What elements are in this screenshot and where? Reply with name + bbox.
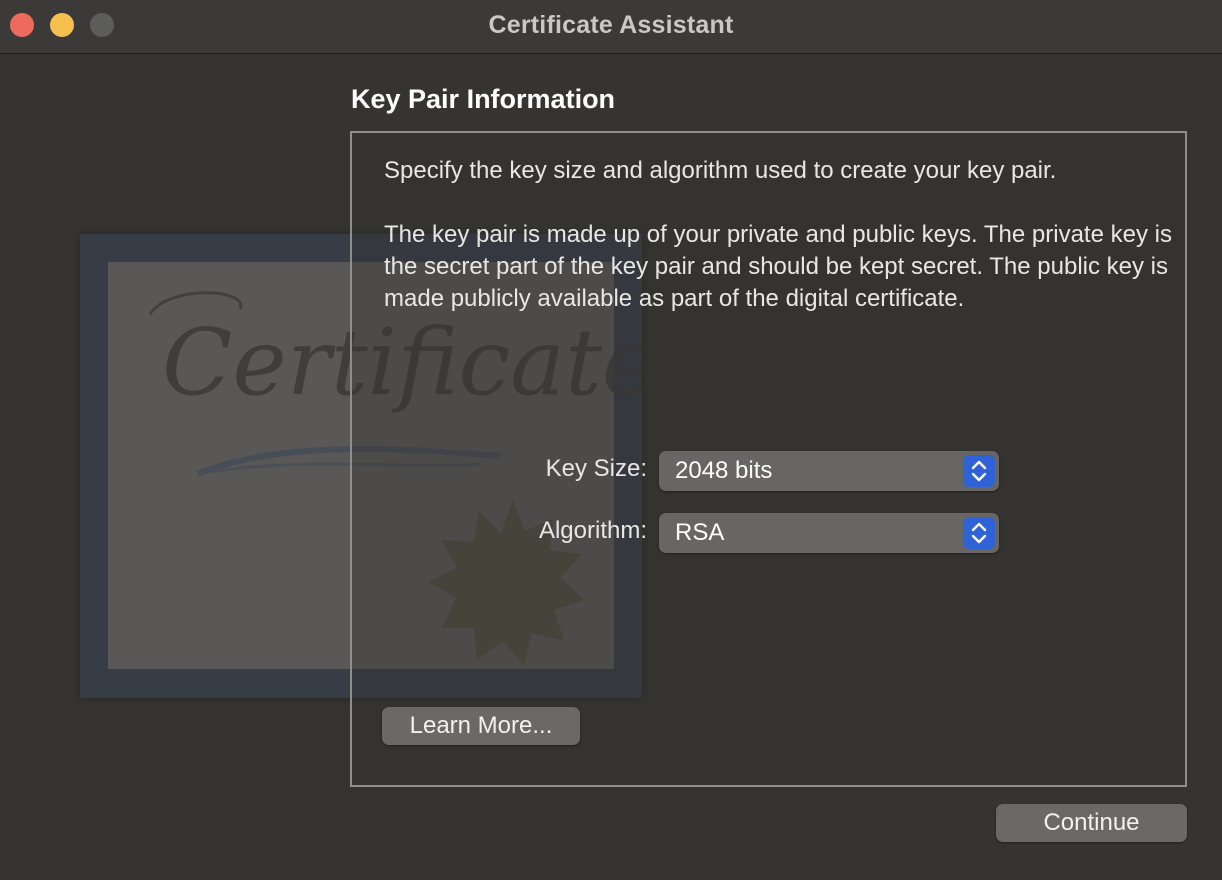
intro-text: Specify the key size and algorithm used …	[384, 157, 1057, 184]
page-heading: Key Pair Information	[351, 84, 616, 114]
window-title: Certificate Assistant	[488, 11, 734, 39]
key-pair-panel: Specify the key size and algorithm used …	[350, 131, 1187, 787]
certificate-assistant-window: Certificate Assistant Certificate Key Pa…	[0, 0, 1222, 880]
key-size-value: 2048 bits	[675, 457, 773, 484]
title-bar: Certificate Assistant	[0, 0, 1222, 54]
algorithm-popup[interactable]: RSA	[659, 513, 999, 553]
key-size-popup[interactable]: 2048 bits	[659, 451, 999, 491]
key-size-label: Key Size:	[545, 455, 647, 482]
chevron-up-down-icon	[963, 455, 995, 487]
chevron-up-down-icon	[963, 517, 995, 549]
description-text: The key pair is made up of your private …	[384, 221, 1172, 312]
continue-button[interactable]: Continue	[996, 804, 1187, 842]
learn-more-button[interactable]: Learn More...	[382, 707, 580, 745]
algorithm-label: Algorithm:	[538, 517, 647, 544]
algorithm-value: RSA	[675, 519, 725, 546]
